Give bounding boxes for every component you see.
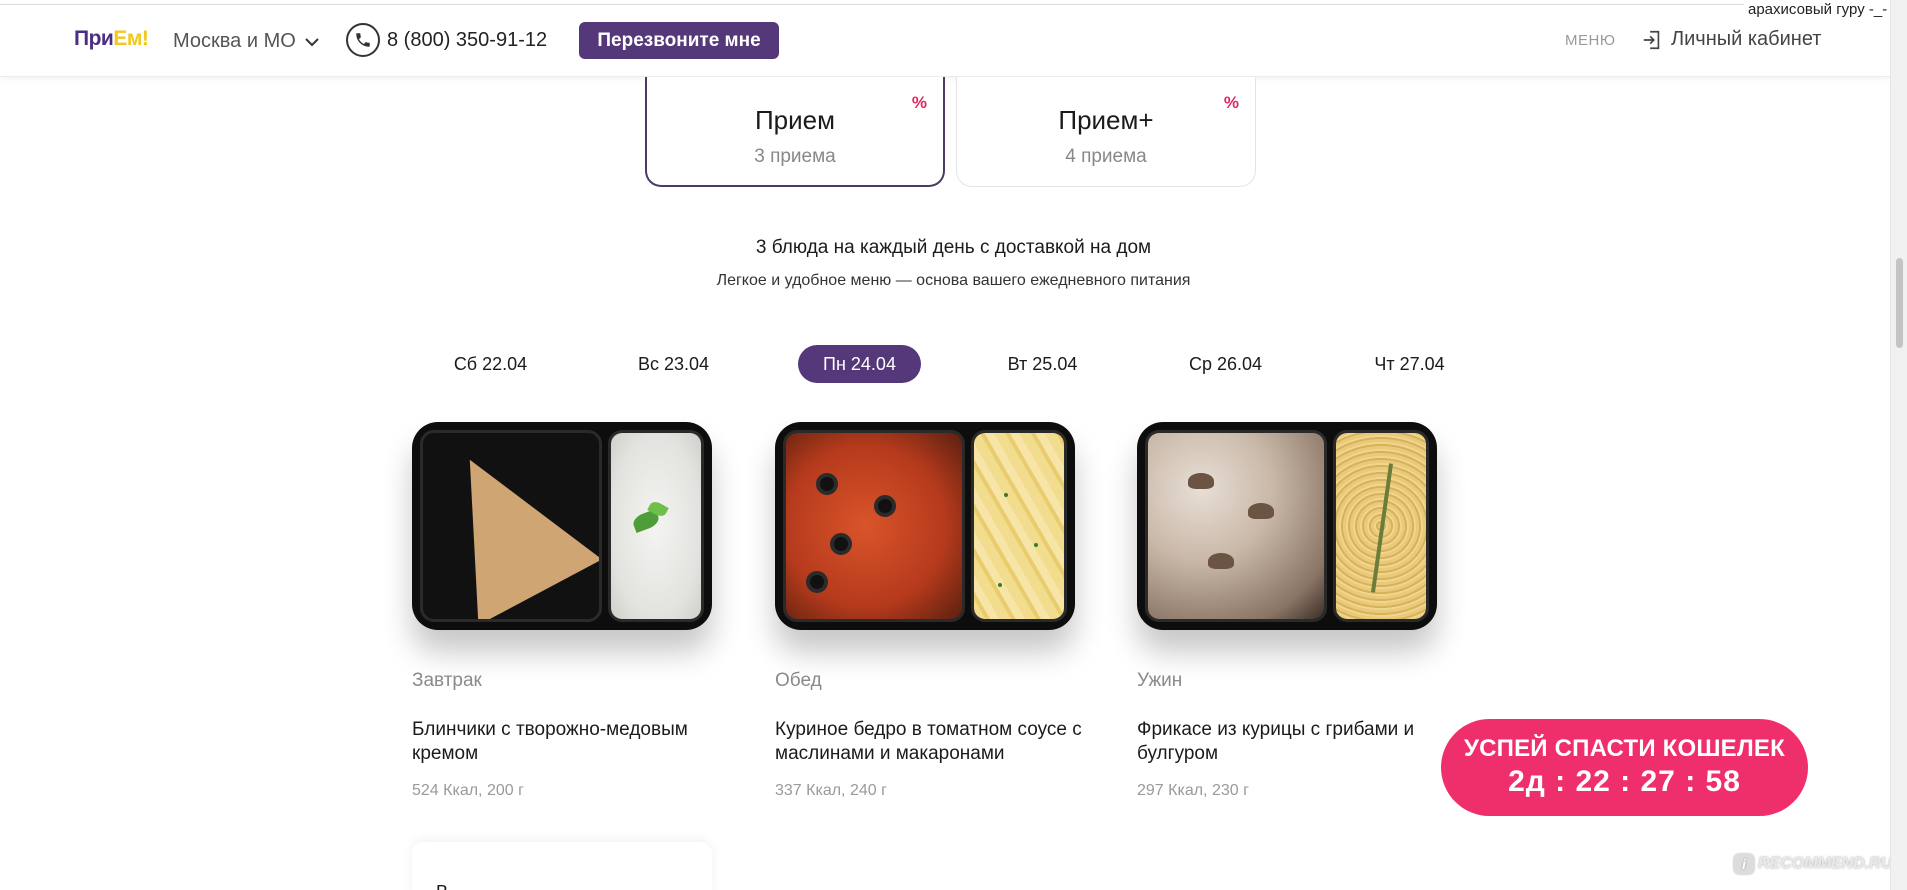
plan-card-priem[interactable]: % Прием 3 приема [645,77,945,187]
scrollbar-thumb[interactable] [1896,258,1903,348]
region-selector[interactable]: Москва и МО [173,30,320,53]
dish-name[interactable]: Фрикасе из курицы с грибами и булгуром [1137,718,1477,766]
dish-name[interactable]: Блинчики с творожно-медовым кремом [412,718,752,766]
dish-nutrition: 524 Ккал, 200 г [412,782,524,799]
account-label: Личный кабинет [1671,28,1822,50]
section-subline: Легкое и удобное меню — основа вашего еж… [716,272,1191,289]
day-tab-tue[interactable]: Вт 25.04 [981,345,1104,383]
login-icon [1643,30,1660,49]
day-tab-sat[interactable]: Сб 22.04 [429,345,552,383]
chevron-down-icon [305,37,319,46]
meal-type: Обед [775,670,822,691]
user-nickname: арахисовый гуру -_- [1744,1,1892,18]
phone-number[interactable]: 8 (800) 350-91-12 [387,29,547,52]
discount-badge: % [911,93,927,112]
dish-card-breakfast[interactable]: Завтрак Блинчики с творожно-медовым крем… [412,422,752,799]
next-section-card: В [412,842,712,890]
account-link[interactable]: Личный кабинет [1641,28,1821,51]
day-tab-thu[interactable]: Чт 27.04 [1348,345,1471,383]
day-tab-mon[interactable]: Пн 24.04 [798,345,921,383]
region-label: Москва и МО [173,30,296,52]
callback-button[interactable]: Перезвоните мне [579,22,779,59]
dish-image[interactable] [1137,422,1437,630]
top-divider [0,4,1890,5]
plan-count: 3 приема [754,146,836,167]
dish-nutrition: 297 Ккал, 230 г [1137,782,1249,799]
dish-name[interactable]: Куриное бедро в томатном соусе с маслина… [775,718,1115,766]
logo-accent: Ем! [113,27,149,50]
dish-card-lunch[interactable]: Обед Куриное бедро в томатном соусе с ма… [775,422,1115,799]
meal-type: Завтрак [412,670,482,691]
plan-card-priem-plus[interactable]: % Прием+ 4 приема [956,77,1256,187]
discount-badge: % [1223,93,1239,112]
promo-title: УСПЕЙ СПАСТИ КОШЕЛЕК [1463,735,1785,762]
phone-icon[interactable] [346,23,380,57]
section-headline: 3 блюда на каждый день с доставкой на до… [755,237,1152,258]
page-scrollbar[interactable] [1890,0,1907,890]
dish-card-dinner[interactable]: Ужин Фрикасе из курицы с грибами и булгу… [1137,422,1477,799]
day-tab-wed[interactable]: Ср 26.04 [1164,345,1287,383]
plan-name: Прием+ [1058,105,1154,135]
site-header: ПриЕм! Москва и МО 8 (800) 350-91-12 Пер… [0,0,1890,77]
watermark-text: RECOMMEND.RU [1758,855,1893,872]
plan-name: Прием [754,105,835,135]
promo-timer-button[interactable]: УСПЕЙ СПАСТИ КОШЕЛЕК 2д : 22 : 27 : 58 [1441,719,1808,816]
logo[interactable]: ПриЕм! [74,27,149,51]
logo-text: При [74,27,114,50]
day-tab-sun[interactable]: Вс 23.04 [612,345,735,383]
dish-image[interactable] [775,422,1075,630]
promo-countdown: 2д : 22 : 27 : 58 [1508,765,1741,798]
dish-image[interactable] [412,422,712,630]
menu-link[interactable]: МЕНЮ [1565,32,1616,49]
dish-nutrition: 337 Ккал, 240 г [775,782,887,799]
next-card-text: В [436,882,448,890]
plan-count: 4 приема [1065,146,1147,167]
recommend-logo-icon: i [1734,854,1754,874]
watermark: i RECOMMEND.RU [1734,854,1892,874]
meal-type: Ужин [1137,670,1183,691]
